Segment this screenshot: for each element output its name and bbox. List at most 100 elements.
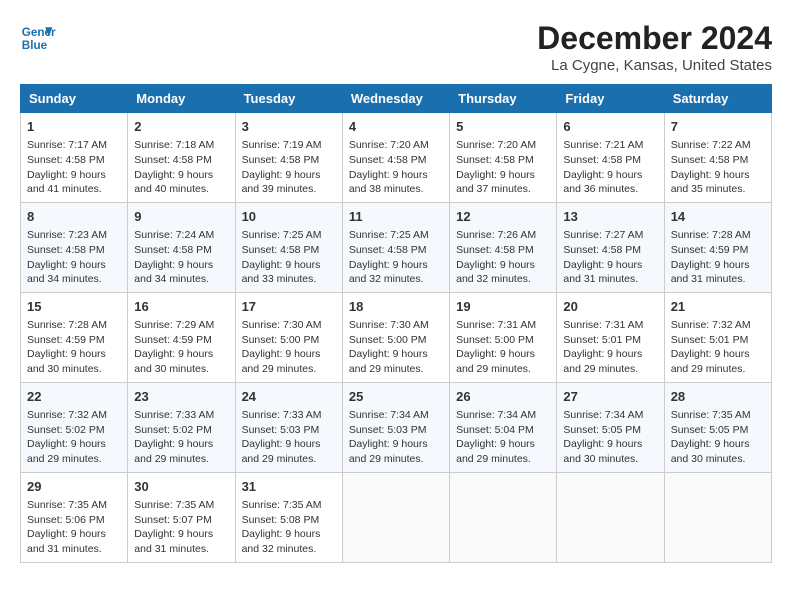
day-info: Sunrise: 7:20 AMSunset: 4:58 PMDaylight:… bbox=[349, 138, 443, 197]
day-number: 11 bbox=[349, 208, 443, 226]
day-number: 23 bbox=[134, 388, 228, 406]
calendar-week-row: 22 Sunrise: 7:32 AMSunset: 5:02 PMDayligh… bbox=[21, 382, 772, 472]
day-info: Sunrise: 7:19 AMSunset: 4:58 PMDaylight:… bbox=[242, 138, 336, 197]
svg-text:Blue: Blue bbox=[22, 39, 48, 52]
day-number: 16 bbox=[134, 298, 228, 316]
day-info: Sunrise: 7:23 AMSunset: 4:58 PMDaylight:… bbox=[27, 228, 121, 287]
day-info: Sunrise: 7:24 AMSunset: 4:58 PMDaylight:… bbox=[134, 228, 228, 287]
day-number: 3 bbox=[242, 118, 336, 136]
day-number: 17 bbox=[242, 298, 336, 316]
day-number: 10 bbox=[242, 208, 336, 226]
calendar-cell: 12 Sunrise: 7:26 AMSunset: 4:58 PMDayligh… bbox=[450, 202, 557, 292]
calendar-cell: 23 Sunrise: 7:33 AMSunset: 5:02 PMDayligh… bbox=[128, 382, 235, 472]
month-title: December 2024 bbox=[537, 20, 772, 57]
calendar-cell: 30 Sunrise: 7:35 AMSunset: 5:07 PMDayligh… bbox=[128, 472, 235, 562]
day-number: 19 bbox=[456, 298, 550, 316]
day-info: Sunrise: 7:21 AMSunset: 4:58 PMDaylight:… bbox=[563, 138, 657, 197]
calendar-cell: 11 Sunrise: 7:25 AMSunset: 4:58 PMDayligh… bbox=[342, 202, 449, 292]
calendar-cell: 17 Sunrise: 7:30 AMSunset: 5:00 PMDayligh… bbox=[235, 292, 342, 382]
day-number: 18 bbox=[349, 298, 443, 316]
day-info: Sunrise: 7:32 AMSunset: 5:02 PMDaylight:… bbox=[27, 408, 121, 467]
calendar-cell: 27 Sunrise: 7:34 AMSunset: 5:05 PMDayligh… bbox=[557, 382, 664, 472]
day-number: 20 bbox=[563, 298, 657, 316]
calendar-cell: 5 Sunrise: 7:20 AMSunset: 4:58 PMDaylight… bbox=[450, 113, 557, 203]
day-info: Sunrise: 7:35 AMSunset: 5:07 PMDaylight:… bbox=[134, 498, 228, 557]
day-number: 21 bbox=[671, 298, 765, 316]
calendar-cell: 25 Sunrise: 7:34 AMSunset: 5:03 PMDayligh… bbox=[342, 382, 449, 472]
weekday-header-row: SundayMondayTuesdayWednesdayThursdayFrid… bbox=[21, 85, 772, 113]
weekday-header-cell: Sunday bbox=[21, 85, 128, 113]
day-info: Sunrise: 7:33 AMSunset: 5:02 PMDaylight:… bbox=[134, 408, 228, 467]
logo: General Blue bbox=[20, 20, 56, 56]
calendar-cell: 29 Sunrise: 7:35 AMSunset: 5:06 PMDayligh… bbox=[21, 472, 128, 562]
logo-icon: General Blue bbox=[20, 20, 56, 56]
day-number: 29 bbox=[27, 478, 121, 496]
day-number: 9 bbox=[134, 208, 228, 226]
weekday-header-cell: Thursday bbox=[450, 85, 557, 113]
day-info: Sunrise: 7:25 AMSunset: 4:58 PMDaylight:… bbox=[242, 228, 336, 287]
day-info: Sunrise: 7:34 AMSunset: 5:05 PMDaylight:… bbox=[563, 408, 657, 467]
calendar-cell: 24 Sunrise: 7:33 AMSunset: 5:03 PMDayligh… bbox=[235, 382, 342, 472]
day-info: Sunrise: 7:33 AMSunset: 5:03 PMDaylight:… bbox=[242, 408, 336, 467]
calendar-cell: 28 Sunrise: 7:35 AMSunset: 5:05 PMDayligh… bbox=[664, 382, 771, 472]
day-info: Sunrise: 7:26 AMSunset: 4:58 PMDaylight:… bbox=[456, 228, 550, 287]
calendar-cell: 15 Sunrise: 7:28 AMSunset: 4:59 PMDayligh… bbox=[21, 292, 128, 382]
day-number: 28 bbox=[671, 388, 765, 406]
calendar-cell: 8Sunrise: 7:23 AMSunset: 4:58 PMDaylight… bbox=[21, 202, 128, 292]
calendar-body: 1 Sunrise: 7:17 AMSunset: 4:58 PMDaylight… bbox=[21, 113, 772, 563]
day-number: 26 bbox=[456, 388, 550, 406]
day-info: Sunrise: 7:22 AMSunset: 4:58 PMDaylight:… bbox=[671, 138, 765, 197]
calendar-cell: 7 Sunrise: 7:22 AMSunset: 4:58 PMDaylight… bbox=[664, 113, 771, 203]
day-info: Sunrise: 7:31 AMSunset: 5:01 PMDaylight:… bbox=[563, 318, 657, 377]
weekday-header-cell: Friday bbox=[557, 85, 664, 113]
day-number: 22 bbox=[27, 388, 121, 406]
day-number: 5 bbox=[456, 118, 550, 136]
day-number: 15 bbox=[27, 298, 121, 316]
day-info: Sunrise: 7:35 AMSunset: 5:05 PMDaylight:… bbox=[671, 408, 765, 467]
day-info: Sunrise: 7:17 AMSunset: 4:58 PMDaylight:… bbox=[27, 138, 121, 197]
calendar-cell: 18 Sunrise: 7:30 AMSunset: 5:00 PMDayligh… bbox=[342, 292, 449, 382]
weekday-header-cell: Saturday bbox=[664, 85, 771, 113]
calendar-cell: 20 Sunrise: 7:31 AMSunset: 5:01 PMDayligh… bbox=[557, 292, 664, 382]
day-number: 12 bbox=[456, 208, 550, 226]
day-number: 27 bbox=[563, 388, 657, 406]
day-info: Sunrise: 7:32 AMSunset: 5:01 PMDaylight:… bbox=[671, 318, 765, 377]
calendar-week-row: 29 Sunrise: 7:35 AMSunset: 5:06 PMDayligh… bbox=[21, 472, 772, 562]
day-info: Sunrise: 7:31 AMSunset: 5:00 PMDaylight:… bbox=[456, 318, 550, 377]
calendar-cell: 3 Sunrise: 7:19 AMSunset: 4:58 PMDaylight… bbox=[235, 113, 342, 203]
day-info: Sunrise: 7:18 AMSunset: 4:58 PMDaylight:… bbox=[134, 138, 228, 197]
day-number: 13 bbox=[563, 208, 657, 226]
day-info: Sunrise: 7:28 AMSunset: 4:59 PMDaylight:… bbox=[27, 318, 121, 377]
calendar-cell: 22 Sunrise: 7:32 AMSunset: 5:02 PMDayligh… bbox=[21, 382, 128, 472]
day-number: 6 bbox=[563, 118, 657, 136]
day-number: 1 bbox=[27, 118, 121, 136]
day-number: 24 bbox=[242, 388, 336, 406]
day-info: Sunrise: 7:25 AMSunset: 4:58 PMDaylight:… bbox=[349, 228, 443, 287]
weekday-header-cell: Monday bbox=[128, 85, 235, 113]
calendar-cell: 13 Sunrise: 7:27 AMSunset: 4:58 PMDayligh… bbox=[557, 202, 664, 292]
day-info: Sunrise: 7:35 AMSunset: 5:06 PMDaylight:… bbox=[27, 498, 121, 557]
calendar-cell: 21 Sunrise: 7:32 AMSunset: 5:01 PMDayligh… bbox=[664, 292, 771, 382]
calendar-cell: 26 Sunrise: 7:34 AMSunset: 5:04 PMDayligh… bbox=[450, 382, 557, 472]
calendar-cell: 9 Sunrise: 7:24 AMSunset: 4:58 PMDaylight… bbox=[128, 202, 235, 292]
day-number: 31 bbox=[242, 478, 336, 496]
calendar-cell: 19 Sunrise: 7:31 AMSunset: 5:00 PMDayligh… bbox=[450, 292, 557, 382]
day-number: 30 bbox=[134, 478, 228, 496]
day-number: 2 bbox=[134, 118, 228, 136]
day-info: Sunrise: 7:34 AMSunset: 5:04 PMDaylight:… bbox=[456, 408, 550, 467]
day-number: 25 bbox=[349, 388, 443, 406]
day-number: 4 bbox=[349, 118, 443, 136]
day-number: 7 bbox=[671, 118, 765, 136]
calendar-cell: 16Sunrise: 7:29 AMSunset: 4:59 PMDayligh… bbox=[128, 292, 235, 382]
title-area: December 2024 La Cygne, Kansas, United S… bbox=[537, 20, 772, 74]
day-info: Sunrise: 7:30 AMSunset: 5:00 PMDaylight:… bbox=[349, 318, 443, 377]
day-info: Sunrise: 7:30 AMSunset: 5:00 PMDaylight:… bbox=[242, 318, 336, 377]
calendar-table: SundayMondayTuesdayWednesdayThursdayFrid… bbox=[20, 84, 772, 563]
day-info: Sunrise: 7:28 AMSunset: 4:59 PMDaylight:… bbox=[671, 228, 765, 287]
day-info: Sunrise: 7:27 AMSunset: 4:58 PMDaylight:… bbox=[563, 228, 657, 287]
calendar-cell: 6 Sunrise: 7:21 AMSunset: 4:58 PMDaylight… bbox=[557, 113, 664, 203]
calendar-cell: 10 Sunrise: 7:25 AMSunset: 4:58 PMDayligh… bbox=[235, 202, 342, 292]
calendar-week-row: 8Sunrise: 7:23 AMSunset: 4:58 PMDaylight… bbox=[21, 202, 772, 292]
day-info: Sunrise: 7:20 AMSunset: 4:58 PMDaylight:… bbox=[456, 138, 550, 197]
day-info: Sunrise: 7:34 AMSunset: 5:03 PMDaylight:… bbox=[349, 408, 443, 467]
